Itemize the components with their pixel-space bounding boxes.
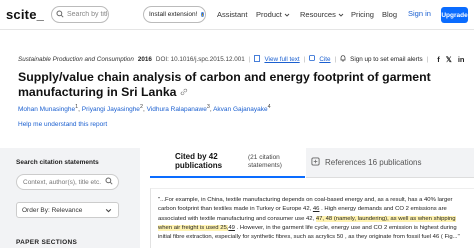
nav-pricing-label: Pricing <box>351 10 374 19</box>
divider: | <box>426 55 429 63</box>
cite-link[interactable]: Cite <box>319 56 330 63</box>
chrome-icon <box>200 11 205 18</box>
author-list: Mohan Munasinghe1, Priyangi Jayasinghe2,… <box>18 104 468 113</box>
chevron-down-icon <box>105 208 112 213</box>
sign-up-alerts-link[interactable]: Sign up to set email alerts <box>350 56 422 63</box>
paper-sections-heading: PAPER SECTIONS <box>16 239 78 246</box>
nav-product[interactable]: Product <box>256 10 290 19</box>
order-by-value: Order By: Relevance <box>22 206 83 214</box>
chevron-down-icon <box>338 13 344 17</box>
divider: | <box>334 55 337 63</box>
scite-logo[interactable]: scite_ <box>6 7 44 22</box>
author-affiliation: 4 <box>267 104 271 110</box>
linkedin-icon[interactable]: in <box>458 55 465 64</box>
document-icon <box>254 54 261 64</box>
nav-blog-label: Blog <box>382 10 398 19</box>
tab-references[interactable]: References 16 publications <box>306 148 474 178</box>
search-icon <box>105 177 113 187</box>
author-link[interactable]: Priyangi Jayasinghe <box>82 106 140 113</box>
search-placeholder: Search by title, ... <box>67 11 108 18</box>
paper-meta-row: Sustainable Production and Consumption 2… <box>18 54 468 64</box>
chevron-down-icon <box>284 13 290 17</box>
nav-resources-label: Resources <box>300 10 336 19</box>
divider: | <box>248 55 251 63</box>
publication-year: 2016 <box>137 55 152 63</box>
view-full-text-link[interactable]: View full text <box>264 56 299 63</box>
top-navigation: scite_ Search by title, ... Install exte… <box>0 0 474 30</box>
twitter-icon[interactable]: 𝕏 <box>446 55 452 64</box>
author-link[interactable]: Akvan Gajanayake <box>213 106 268 113</box>
citation-search-input[interactable]: Context, author(s), title etc. <box>16 174 119 190</box>
link-icon[interactable] <box>180 85 188 99</box>
paper-title-text: Supply/value chain analysis of carbon an… <box>18 70 431 99</box>
nav-pricing[interactable]: Pricing <box>351 10 374 19</box>
author-link[interactable]: Mohan Munasinghe <box>18 106 75 113</box>
nav-assistant[interactable]: Assistant <box>217 10 247 19</box>
journal-name: Sustainable Production and Consumption <box>18 55 134 63</box>
nav-resources[interactable]: Resources <box>300 10 344 19</box>
order-by-select[interactable]: Order By: Relevance <box>16 202 119 218</box>
citation-sidebar: Search citation statements Context, auth… <box>0 148 140 248</box>
bell-icon <box>340 54 346 64</box>
install-extension-button[interactable]: Install extension! <box>143 6 206 23</box>
references-icon <box>311 157 320 168</box>
help-understand-link[interactable]: Help me understand this report <box>18 121 107 128</box>
tab-cited-by[interactable]: Cited by 42 publications (21 citation st… <box>150 148 305 178</box>
upgrade-button[interactable]: Upgrade <box>441 7 468 23</box>
doi[interactable]: DOI: 10.1016/j.spc.2015.12.001 <box>156 56 245 63</box>
citation-statements-count: (21 citation statements) <box>248 154 282 169</box>
sign-in-link[interactable]: Sign in <box>408 9 431 18</box>
citation-search-placeholder: Context, author(s), title etc. <box>23 178 102 186</box>
search-citations-heading: Search citation statements <box>16 159 99 166</box>
search-input[interactable]: Search by title, ... <box>51 6 109 23</box>
citation-statement-card: "...For example, in China, textile manuf… <box>150 188 474 248</box>
divider: | <box>303 55 306 63</box>
nav-assistant-label: Assistant <box>217 10 248 19</box>
install-extension-label: Install extension! <box>149 11 198 18</box>
cited-by-label: Cited by 42 publications <box>175 152 223 170</box>
paper-title: Supply/value chain analysis of carbon an… <box>18 70 458 100</box>
citation-snippet: "...For example, in China, textile manuf… <box>158 196 468 242</box>
share-buttons: f 𝕏 in <box>437 55 464 64</box>
nav-blog[interactable]: Blog <box>382 10 397 19</box>
author-link[interactable]: Vidhura Ralapanawe <box>147 106 207 113</box>
references-label: References 16 publications <box>325 158 422 167</box>
nav-product-label: Product <box>256 10 282 19</box>
quote-icon <box>309 55 316 63</box>
facebook-icon[interactable]: f <box>437 55 440 64</box>
search-icon <box>56 9 64 20</box>
